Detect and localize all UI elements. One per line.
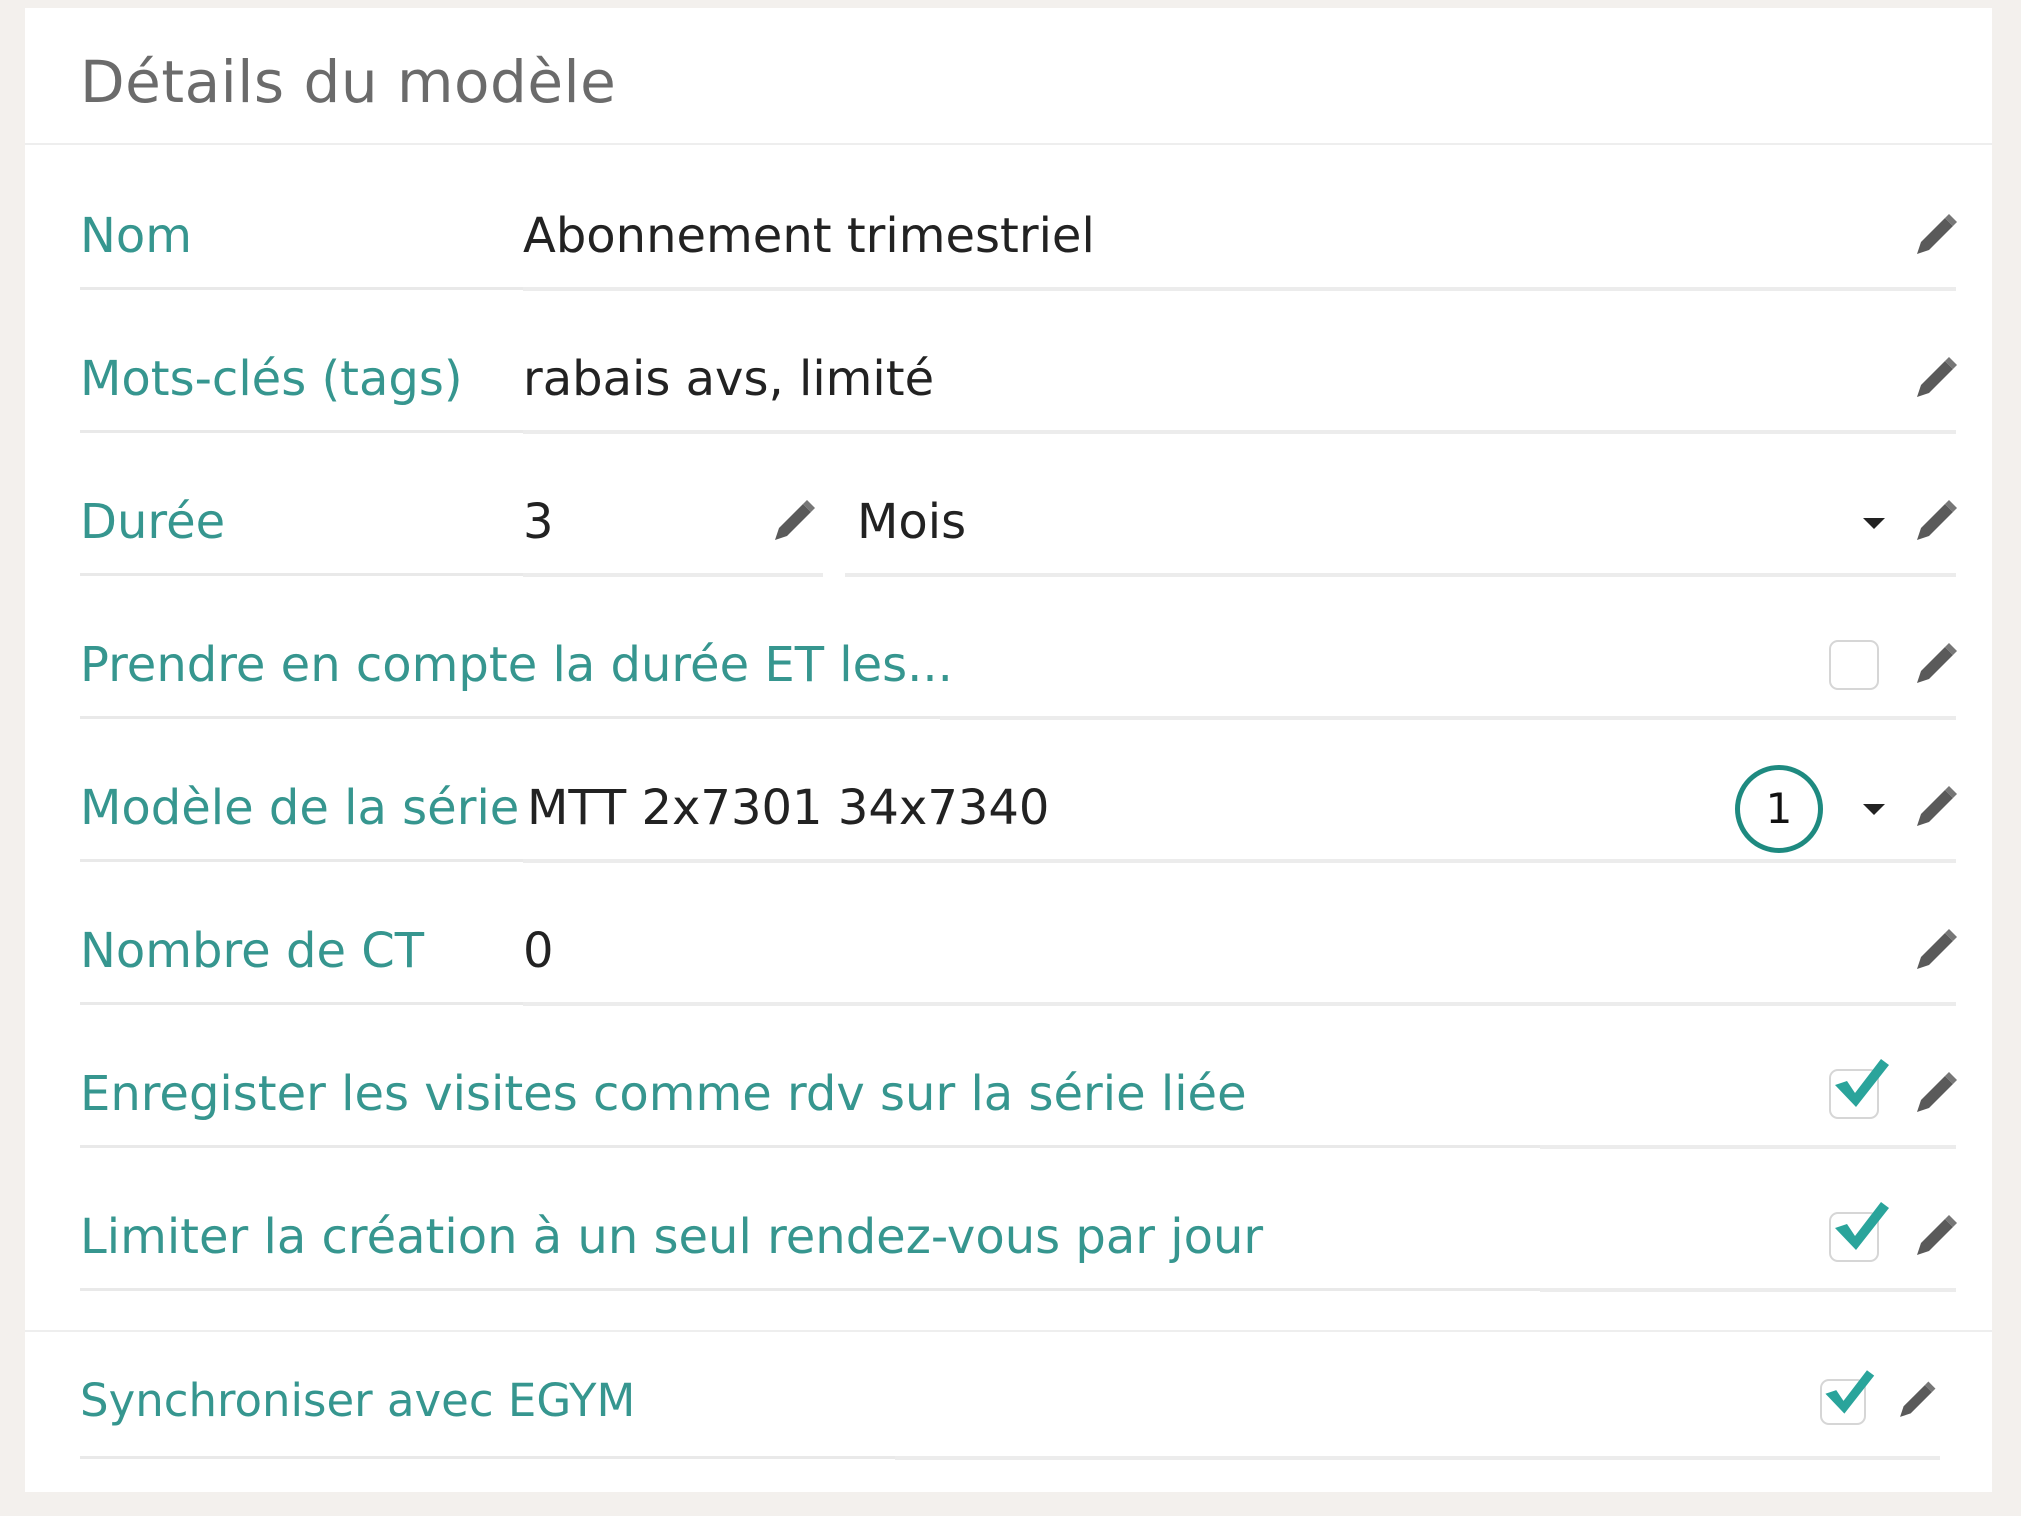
label-underline — [80, 1002, 523, 1005]
field-row-egym: Synchroniser avec EGYM — [25, 1336, 1992, 1466]
edit-serie-pencil-icon[interactable] — [1909, 782, 1961, 834]
caret-down-icon[interactable] — [1863, 518, 1885, 529]
checkmark-icon — [1835, 1059, 1889, 1107]
value-underline — [523, 430, 1956, 434]
field-row-duree: Durée 3 Mois — [25, 451, 1992, 594]
value-underline — [1540, 1288, 1956, 1292]
value-underline — [1540, 1145, 1956, 1149]
field-row-nom: Nom Abonnement trimestriel — [25, 165, 1992, 308]
edit-prendre-pencil-icon[interactable] — [1909, 639, 1961, 691]
label-underline — [80, 1145, 1540, 1148]
field-row-serie: Modèle de la série MTT 2x7301 34x7340 1 — [25, 737, 1992, 880]
field-label-egym: Synchroniser avec EGYM — [80, 1374, 636, 1427]
label-underline — [80, 859, 523, 862]
checkmark-icon — [1835, 1202, 1889, 1250]
label-underline — [80, 1288, 1540, 1291]
value-underline — [940, 716, 1956, 720]
panel-title: Détails du modèle — [80, 48, 617, 116]
edit-nom-pencil-icon[interactable] — [1909, 210, 1961, 262]
model-details-panel: Détails du modèle Nom Abonnement trimest… — [25, 8, 1992, 1492]
section-divider — [25, 1330, 1992, 1332]
field-row-enregistrer: Enregister les visites comme rdv sur la … — [25, 1023, 1992, 1166]
field-row-limiter: Limiter la création à un seul rendez-vou… — [25, 1166, 1992, 1309]
limiter-checkbox[interactable] — [1829, 1202, 1889, 1262]
caret-down-icon[interactable] — [1863, 804, 1885, 815]
prendre-checkbox[interactable] — [1829, 640, 1879, 690]
field-row-tags: Mots-clés (tags) rabais avs, limité — [25, 308, 1992, 451]
label-underline — [80, 430, 523, 433]
label-underline — [80, 287, 523, 290]
enregistrer-checkbox[interactable] — [1829, 1059, 1889, 1119]
edit-tags-pencil-icon[interactable] — [1909, 353, 1961, 405]
top-background — [0, 0, 2021, 8]
field-row-prendre: Prendre en compte la durée ET les... — [25, 594, 1992, 737]
label-underline — [80, 716, 940, 719]
value-underline — [895, 1456, 1940, 1460]
value-underline — [523, 573, 823, 577]
checkmark-icon — [1825, 1370, 1875, 1414]
value-underline — [523, 1002, 1956, 1006]
callout-number-badge: 1 — [1735, 765, 1823, 853]
value-underline — [845, 573, 1956, 577]
field-row-ct: Nombre de CT 0 — [25, 880, 1992, 1023]
edit-duree-pencil-icon[interactable] — [767, 496, 819, 548]
edit-unit-pencil-icon[interactable] — [1909, 496, 1961, 548]
value-underline — [523, 859, 1956, 863]
label-underline — [80, 573, 523, 576]
edit-limiter-pencil-icon[interactable] — [1909, 1211, 1961, 1263]
edit-ct-pencil-icon[interactable] — [1909, 925, 1961, 977]
edit-enregistrer-pencil-icon[interactable] — [1909, 1068, 1961, 1120]
edit-egym-pencil-icon[interactable] — [1893, 1378, 1939, 1424]
value-underline — [523, 287, 1956, 291]
label-underline — [80, 1456, 895, 1459]
egym-checkbox[interactable] — [1820, 1370, 1875, 1425]
panel-header: Détails du modèle — [25, 8, 1992, 145]
